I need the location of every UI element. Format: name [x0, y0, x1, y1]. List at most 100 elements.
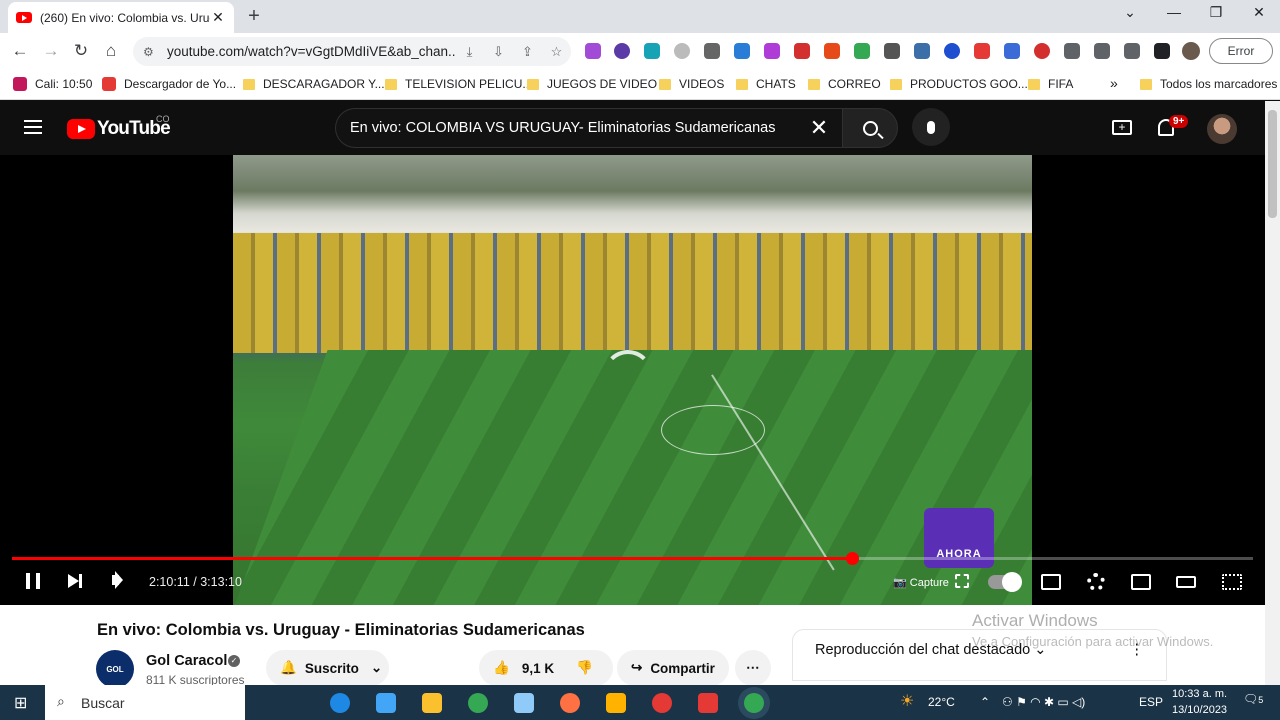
theater-mode-icon[interactable] [1176, 576, 1196, 588]
extension-11-icon[interactable] [914, 43, 930, 59]
tab-search-icon[interactable]: ⌄ [1120, 4, 1140, 21]
clock-date[interactable]: 13/10/2023 [1172, 704, 1227, 716]
channel-avatar[interactable]: GOL [96, 650, 134, 688]
extension-4-icon[interactable] [674, 43, 690, 59]
install-icon[interactable]: ⇩ [484, 44, 513, 60]
tray-icons[interactable]: ⚇ ⚑ ◠ ✱ ▭ ◁) [1002, 695, 1085, 709]
extension-15-icon[interactable] [1034, 43, 1050, 59]
chrome-active-icon[interactable] [744, 693, 764, 713]
browser-tab[interactable]: (260) En vivo: Colombia vs. Urug ✕ [8, 2, 234, 33]
new-tab-button[interactable]: + [243, 5, 265, 28]
recorder-icon[interactable] [652, 693, 672, 713]
taskbar-search[interactable]: ⌕ Buscar [45, 685, 245, 720]
share-button[interactable]: ↪ Compartir [617, 650, 729, 686]
language-indicator[interactable]: ESP [1139, 695, 1163, 709]
bookmarks-overflow-button[interactable]: » [1110, 75, 1118, 91]
bookmark-folder-correo[interactable]: CORREO [808, 77, 881, 91]
downloads-icon[interactable] [1124, 43, 1140, 59]
bookmark-descargador[interactable]: Descargador de Yo... [102, 77, 236, 91]
like-button[interactable]: 👍 9,1 K 👎 [479, 650, 613, 686]
address-bar[interactable]: ⚙ youtube.com/watch?v=vGgtDMdIiVE&ab_cha… [133, 37, 571, 66]
bookmark-folder-videos[interactable]: VIDEOS [659, 77, 724, 91]
subtitles-icon[interactable] [1041, 574, 1061, 590]
settings-gear-icon[interactable] [1087, 573, 1105, 591]
forward-button[interactable]: → [40, 41, 62, 61]
extension-2-icon[interactable] [614, 43, 630, 59]
extension-3-icon[interactable] [644, 43, 660, 59]
account-avatar[interactable] [1207, 114, 1237, 144]
extension-10-icon[interactable] [884, 43, 900, 59]
firefox-icon[interactable] [560, 693, 580, 713]
search-button[interactable] [842, 108, 898, 148]
minimize-button[interactable]: — [1164, 4, 1184, 20]
url-text[interactable]: youtube.com/watch?v=vGgtDMdIiVE&ab_chan.… [167, 44, 455, 59]
extension-13-icon[interactable] [974, 43, 990, 59]
fullscreen-icon[interactable] [1222, 574, 1242, 590]
restore-button[interactable]: ❐ [1206, 4, 1226, 21]
site-info-icon[interactable]: ⚙ [143, 45, 157, 59]
weather-icon[interactable]: ☀ [900, 691, 914, 711]
next-video-button[interactable] [68, 574, 82, 588]
close-tab-icon[interactable]: ✕ [210, 9, 226, 26]
download-page-icon[interactable]: ⤓ [455, 44, 484, 60]
video-frame[interactable]: AHORA [233, 155, 1032, 605]
extension-8-icon[interactable] [824, 43, 840, 59]
notifications-icon[interactable]: 🗨5 [1243, 692, 1263, 706]
bookmark-folder-chats[interactable]: CHATS [736, 77, 796, 91]
back-button[interactable]: ← [9, 41, 31, 61]
clear-search-icon[interactable]: ✕ [796, 115, 842, 141]
app-icon[interactable] [514, 693, 534, 713]
video-player[interactable]: AHORA 2:10:11 / 3:13:10 📷 Capture [0, 155, 1265, 605]
bookmark-folder-fifa[interactable]: FIFA [1028, 77, 1073, 91]
error-button[interactable]: Error [1209, 38, 1273, 64]
scrubber-handle[interactable] [846, 552, 859, 565]
more-actions-button[interactable]: ⋯ [735, 650, 771, 686]
progress-bar-played[interactable] [12, 557, 852, 560]
close-window-button[interactable]: ✕ [1249, 4, 1269, 21]
video-editor-icon[interactable] [698, 693, 718, 713]
miniplayer-icon[interactable] [1131, 574, 1151, 590]
search-input[interactable]: En vivo: COLOMBIA VS URUGUAY- Eliminator… [335, 108, 842, 148]
scrollbar-thumb[interactable] [1268, 110, 1277, 218]
pause-button[interactable] [26, 573, 40, 589]
reading-list-icon[interactable] [1094, 43, 1110, 59]
extension-download-icon[interactable] [704, 43, 720, 59]
youtube-logo-icon[interactable] [67, 119, 95, 139]
extension-14-icon[interactable] [1004, 43, 1020, 59]
extension-1-icon[interactable] [585, 43, 601, 59]
temperature[interactable]: 22°C [928, 695, 955, 709]
extension-7-icon[interactable] [794, 43, 810, 59]
extension-6-icon[interactable] [764, 43, 780, 59]
windows-start-icon[interactable]: ⊞ [14, 693, 27, 713]
share-icon[interactable]: ⇪ [513, 44, 542, 60]
channel-name[interactable]: Gol Caracol [146, 653, 227, 669]
volume-icon[interactable] [112, 575, 119, 585]
chrome-icon[interactable] [468, 693, 488, 713]
home-button[interactable]: ⌂ [100, 41, 122, 61]
edge-icon[interactable] [330, 693, 350, 713]
taskbar-search-label[interactable]: Buscar [81, 695, 125, 711]
store-icon[interactable] [376, 693, 396, 713]
clock-time[interactable]: 10:33 a. m. [1172, 688, 1227, 700]
all-bookmarks-folder[interactable]: Todos los marcadores [1140, 77, 1277, 91]
voice-search-button[interactable] [912, 108, 950, 146]
extensions-puzzle-icon[interactable] [1064, 43, 1080, 59]
select-region-icon[interactable] [955, 574, 969, 588]
profile-avatar[interactable] [1182, 42, 1200, 60]
extension-5-icon[interactable] [734, 43, 750, 59]
bookmark-folder-television[interactable]: TELEVISION PELICU... [385, 77, 532, 91]
media-player-icon[interactable] [606, 693, 626, 713]
menu-icon[interactable] [24, 120, 42, 134]
thumbs-down-icon[interactable]: 👎 [576, 660, 593, 676]
bookmark-folder-juegos[interactable]: JUEGOS DE VIDEO [527, 77, 657, 91]
create-video-icon[interactable]: + [1112, 120, 1132, 135]
file-explorer-icon[interactable] [422, 693, 442, 713]
bookmark-folder-productos[interactable]: PRODUCTOS GOO... [890, 77, 1028, 91]
bookmark-cali[interactable]: Cali: 10:50 [13, 77, 92, 91]
subscribed-button[interactable]: 🔔 Suscrito ⌄ [266, 650, 389, 686]
autoplay-toggle[interactable] [988, 572, 1022, 592]
bookmark-star-icon[interactable]: ☆ [542, 44, 571, 60]
extension-12-icon[interactable] [944, 43, 960, 59]
side-panel-icon[interactable] [1154, 43, 1170, 59]
tray-chevron-icon[interactable]: ⌃ [980, 695, 990, 709]
